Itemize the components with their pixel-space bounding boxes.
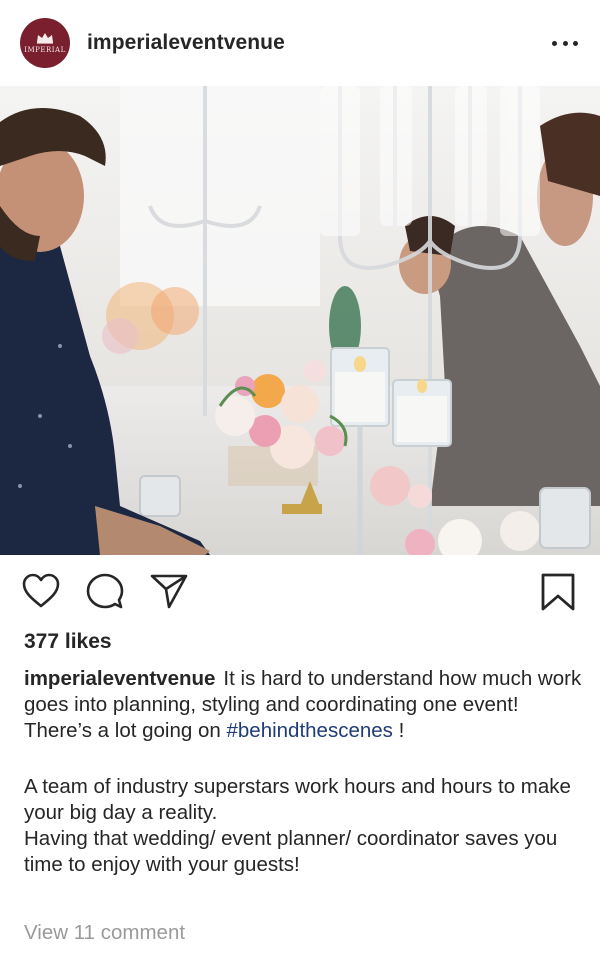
paper-plane-icon[interactable]: [150, 573, 188, 609]
avatar[interactable]: IMPERIAL: [20, 18, 70, 68]
action-bar: [0, 556, 600, 626]
caption-line-4: Having that wedding/ event planner/ coor…: [24, 827, 558, 876]
post-caption: imperialeventvenue It is hard to understa…: [24, 666, 584, 878]
view-comments-link[interactable]: View 11 comment: [24, 921, 185, 945]
caption-line-3: A team of industry superstars work hours…: [24, 775, 571, 824]
event-photo-illustration: [0, 86, 600, 555]
caption-hashtag-line: There’s a lot going on #behindthescenes …: [24, 718, 584, 744]
post-header: IMPERIAL imperialeventvenue: [0, 0, 600, 86]
caption-line-2-prefix: There’s a lot going on: [24, 719, 227, 742]
post-photo[interactable]: [0, 86, 600, 555]
avatar-logo-text: IMPERIAL: [24, 46, 66, 54]
more-options-icon[interactable]: [552, 33, 578, 53]
caption-first-paragraph: imperialeventvenue It is hard to understa…: [24, 666, 584, 718]
more-dot: [552, 40, 557, 46]
username[interactable]: imperialeventvenue: [87, 31, 285, 55]
hashtag-link[interactable]: #behindthescenes: [226, 719, 392, 742]
more-dot: [573, 40, 578, 46]
more-dot: [562, 40, 568, 46]
caption-username[interactable]: imperialeventvenue: [24, 667, 215, 690]
bookmark-icon[interactable]: [540, 572, 576, 612]
heart-icon[interactable]: [22, 573, 60, 609]
crown-icon: [37, 33, 53, 44]
comment-icon[interactable]: [86, 573, 124, 609]
caption-line-2-suffix: !: [392, 719, 405, 742]
likes-count[interactable]: 377 likes: [24, 630, 112, 654]
